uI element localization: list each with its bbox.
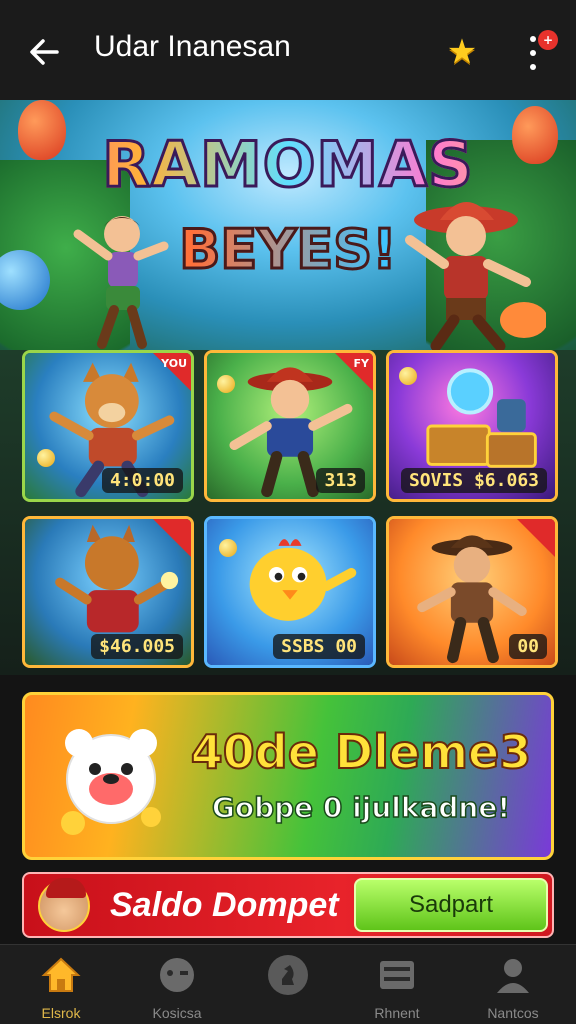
game-price: SOVIS $6.063	[400, 468, 547, 493]
back-button[interactable]	[22, 30, 66, 74]
promo-subtitle: Gobpe 0 ijulkadne!	[211, 790, 511, 825]
nav-item-wallet[interactable]: Rhnent	[342, 953, 452, 1023]
game-price: 00	[509, 634, 547, 659]
promo-title: 40de Dleme3	[190, 724, 532, 780]
mascot-character	[61, 729, 161, 835]
game-card[interactable]: SOVIS $6.063	[386, 350, 558, 502]
nav-label: Nantcos	[487, 1005, 539, 1021]
profile-icon	[497, 959, 529, 993]
game-price: 4:0:00	[101, 468, 183, 493]
chess-icon	[268, 955, 308, 995]
more-menu-button[interactable]: +	[524, 30, 558, 74]
game-grid: YOU 4:0:00 FY 313 SOVIS $6.063 $46.005 S…	[0, 350, 576, 675]
home-icon	[41, 957, 81, 992]
game-price: 313	[316, 468, 365, 493]
nav-label: Rhnent	[374, 1005, 420, 1021]
nav-item-center[interactable]	[233, 953, 343, 1023]
avatar	[38, 878, 90, 932]
wallet-balance-label: Saldo Dompet	[110, 886, 339, 924]
wallet-action-button[interactable]: Sadpart	[354, 878, 548, 932]
notification-badge: +	[538, 30, 558, 50]
card-corner-label: YOU	[161, 357, 187, 370]
hero-subtitle: BEYES!	[0, 217, 576, 283]
game-controller-icon	[160, 958, 194, 992]
nav-label: Elsrok	[41, 1005, 81, 1021]
game-price: $46.005	[91, 634, 183, 659]
game-card[interactable]: YOU 4:0:00	[22, 350, 194, 502]
card-corner-label: FY	[353, 357, 369, 370]
nav-item-games[interactable]: Kosicsa	[122, 953, 232, 1023]
favorite-button[interactable]: ★	[440, 30, 484, 74]
game-card[interactable]: SSBS 00	[204, 516, 376, 668]
app-header: Udar Inanesan ★ +	[0, 0, 576, 100]
promo-banner[interactable]: 40de Dleme3 Gobpe 0 ijulkadne!	[22, 692, 554, 860]
hero-banner[interactable]: RAMOMAS BEYES!	[0, 100, 576, 350]
nav-item-profile[interactable]: Nantcos	[458, 953, 568, 1023]
hero-title: RAMOMAS	[0, 127, 576, 203]
page-title: Udar Inanesan	[94, 30, 291, 63]
game-card[interactable]: 00	[386, 516, 558, 668]
game-card[interactable]: FY 313	[204, 350, 376, 502]
nav-item-home[interactable]: Elsrok	[6, 953, 116, 1023]
wallet-icon	[380, 961, 414, 989]
bottom-navigation: Elsrok Kosicsa Rhnent Nantcos	[0, 944, 576, 1024]
more-vertical-icon	[530, 36, 536, 42]
nav-label: Kosicsa	[152, 1005, 202, 1021]
game-price: SSBS 00	[273, 634, 365, 659]
arrow-left-icon	[30, 39, 59, 65]
wallet-balance-bar: Saldo Dompet Sadpart	[22, 872, 554, 938]
star-icon: ★	[446, 32, 478, 72]
game-card[interactable]: $46.005	[22, 516, 194, 668]
